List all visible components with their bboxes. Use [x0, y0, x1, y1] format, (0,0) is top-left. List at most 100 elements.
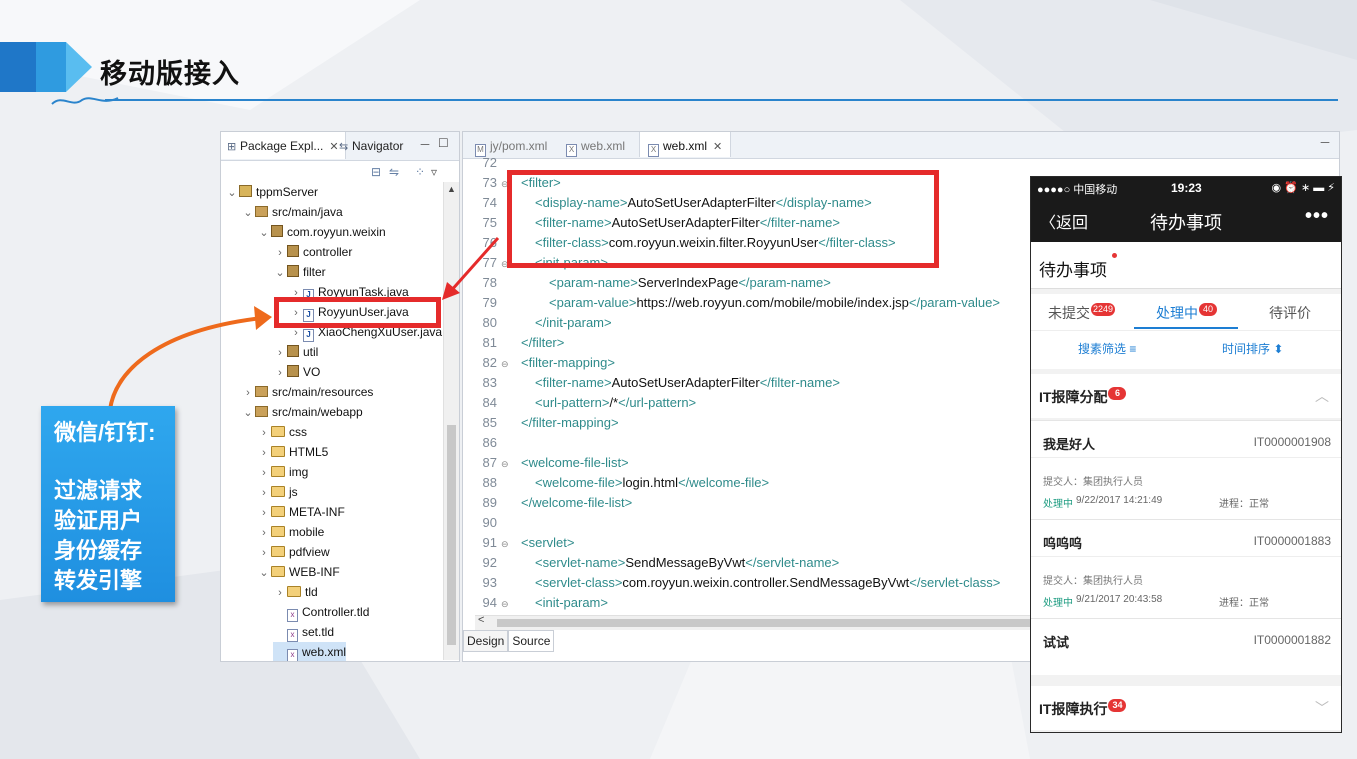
editor-scrollbar-thumb[interactable] — [497, 619, 1097, 627]
tab-processing[interactable]: 处理中 40 — [1156, 303, 1217, 323]
tab-pending-review[interactable]: 待评价 — [1269, 303, 1311, 323]
tree-item-label: com.royyun.weixin — [287, 225, 386, 239]
tree-item[interactable]: › tld — [273, 582, 318, 602]
line-number: 86 — [482, 435, 497, 450]
expand-right-icon[interactable]: › — [273, 583, 287, 603]
fold-icon[interactable]: ⊖ — [501, 534, 511, 554]
task-list-item[interactable]: 试试 IT0000001882 — [1031, 618, 1341, 675]
xml-tag: <filter-name> — [535, 375, 612, 390]
tree-item[interactable]: ⌄ tppmServer — [225, 182, 318, 202]
expand-right-icon[interactable]: › — [241, 383, 255, 403]
chevron-up-icon[interactable]: ︿ — [1315, 386, 1329, 406]
section-it-execute[interactable]: IT报障执行 34 ﹀ — [1031, 680, 1341, 730]
tab-design[interactable]: Design — [463, 630, 509, 652]
expand-right-icon[interactable]: › — [273, 363, 287, 383]
tab-package-explorer[interactable]: ⊞ Package Expl... ✕ — [221, 132, 346, 159]
focus-icon[interactable]: ⁘ — [415, 165, 425, 179]
expand-right-icon[interactable]: › — [257, 443, 271, 463]
collapse-all-icon[interactable]: ⊟ — [371, 165, 381, 179]
tree-item[interactable]: › controller — [273, 242, 352, 262]
item-divider — [1031, 457, 1341, 458]
xml-tag: <param-value> — [549, 295, 637, 310]
code-line: 88 <welcome-file>login.html</welcome-file… — [463, 473, 770, 493]
tree-item-label: VO — [303, 365, 321, 379]
status-bar: ●●●●○ 中国移动 19:23 ◉ ⏰ ∗ ▬ ⚡ — [1031, 177, 1341, 199]
tree-item[interactable]: › css — [257, 422, 307, 442]
expand-down-icon[interactable]: ⌄ — [257, 563, 271, 583]
maximize-icon[interactable]: ☐ — [438, 136, 449, 150]
expand-down-icon[interactable]: ⌄ — [241, 203, 255, 223]
tree-item[interactable]: ⌄ src/main/webapp — [241, 402, 363, 423]
time-sort-button[interactable]: 时间排序 ⬍ — [1222, 340, 1283, 357]
code-line: 84 <url-pattern>/*</url-pattern> — [463, 393, 697, 413]
minimize-icon[interactable]: － — [1319, 134, 1331, 151]
xml-tag: <init-param> — [535, 595, 608, 610]
tree-item[interactable]: x Controller.tld — [273, 602, 369, 622]
fold-icon[interactable]: ⊖ — [501, 454, 511, 474]
section-it-assign[interactable]: IT报障分配 6 ︿ — [1031, 374, 1341, 418]
tab-navigator[interactable]: ⇆ Navigator — [333, 132, 409, 159]
line-number: 94 — [482, 595, 497, 610]
fold-icon[interactable]: ⊖ — [501, 354, 511, 374]
expand-right-icon[interactable]: › — [257, 503, 271, 523]
submitter-text: 提交人：集团执行人员 — [1043, 477, 1143, 488]
tab-label: 未提交 — [1048, 305, 1090, 321]
more-icon[interactable]: ••• — [1305, 205, 1329, 228]
chevron-down-icon[interactable]: ﹀ — [1315, 698, 1329, 718]
tree-item-label: WEB-INF — [289, 565, 340, 579]
package-icon — [287, 345, 299, 357]
task-list-item[interactable]: 我是好人 IT0000001908 提交人：集团执行人员 处理中 9/22/2017 1… — [1031, 420, 1341, 519]
tree-item[interactable]: › VO — [273, 362, 320, 382]
tree-item[interactable]: ⌄ WEB-INF — [257, 562, 340, 583]
tree-item[interactable]: › META-INF — [257, 502, 345, 522]
filter-highlight-box — [507, 170, 939, 268]
view-menu-icon[interactable]: ▿ — [431, 165, 437, 179]
expand-down-icon[interactable]: ⌄ — [257, 223, 271, 243]
search-filter-button[interactable]: 搜素筛选 ≡ — [1078, 340, 1136, 357]
tree-scrollbar[interactable]: ▲ — [443, 182, 459, 660]
expand-right-icon[interactable]: › — [257, 543, 271, 563]
task-list-item[interactable]: 呜呜呜 IT0000001883 提交人：集团执行人员 处理中 9/21/2017 20… — [1031, 519, 1341, 618]
code-line: 94 ⊖ <init-param> — [463, 593, 608, 613]
scroll-up-icon[interactable]: ▲ — [447, 184, 456, 194]
tree-item[interactable]: › img — [257, 462, 308, 482]
expand-right-icon[interactable]: › — [273, 343, 287, 363]
tree-item[interactable]: › HTML5 — [257, 442, 328, 462]
fold-icon[interactable]: ⊖ — [501, 594, 511, 614]
tree-item[interactable]: ⌄ filter — [273, 262, 326, 282]
tree-item-label: img — [289, 465, 309, 479]
tree-item[interactable]: x set.tld — [273, 622, 334, 642]
code-content: <filter-mapping> — [511, 355, 615, 370]
editor-tab[interactable]: Xweb.xml ✕ — [639, 132, 732, 157]
tree-item[interactable]: › util — [273, 342, 318, 362]
scroll-left-icon[interactable]: < — [478, 614, 484, 626]
tree-item[interactable]: › mobile — [257, 522, 324, 542]
expand-right-icon[interactable]: › — [257, 483, 271, 503]
xml-tag: <servlet> — [521, 535, 575, 550]
expand-down-icon[interactable]: ⌄ — [273, 263, 287, 283]
tree-item[interactable]: x web.xml — [273, 642, 347, 661]
expand-right-icon[interactable]: › — [273, 243, 287, 263]
java-file-icon: J — [303, 329, 314, 342]
close-icon[interactable]: ✕ — [713, 141, 722, 153]
editor-tab[interactable]: Xweb.xml — [558, 132, 633, 157]
xml-tag: </param-name> — [738, 275, 831, 290]
tree-scrollbar-thumb[interactable] — [447, 425, 456, 645]
tree-item-label: tppmServer — [256, 185, 319, 199]
expand-right-icon[interactable]: › — [257, 523, 271, 543]
expand-down-icon[interactable]: ⌄ — [225, 183, 239, 203]
tree-item[interactable]: ⌄ src/main/java — [241, 202, 342, 223]
tree-item-label: src/main/webapp — [272, 405, 363, 419]
tab-unsubmitted[interactable]: 未提交 2249 — [1048, 303, 1116, 323]
expand-right-icon[interactable]: › — [257, 463, 271, 483]
tree-item[interactable]: › pdfview — [257, 542, 330, 562]
minimize-icon[interactable]: － — [419, 136, 431, 153]
link-editor-icon[interactable]: ⇋ — [389, 165, 399, 179]
tree-item[interactable]: ⌄ com.royyun.weixin — [257, 222, 386, 242]
editor-tabbar: － Mjy/pom.xml Xweb.xml Xweb.xml ✕ — [463, 132, 1339, 159]
expand-right-icon[interactable]: › — [257, 423, 271, 443]
tree-item[interactable]: › js — [257, 482, 298, 502]
expand-down-icon[interactable]: ⌄ — [241, 403, 255, 423]
tab-source[interactable]: Source — [508, 630, 555, 652]
tree-item[interactable]: › src/main/resources — [241, 382, 373, 402]
